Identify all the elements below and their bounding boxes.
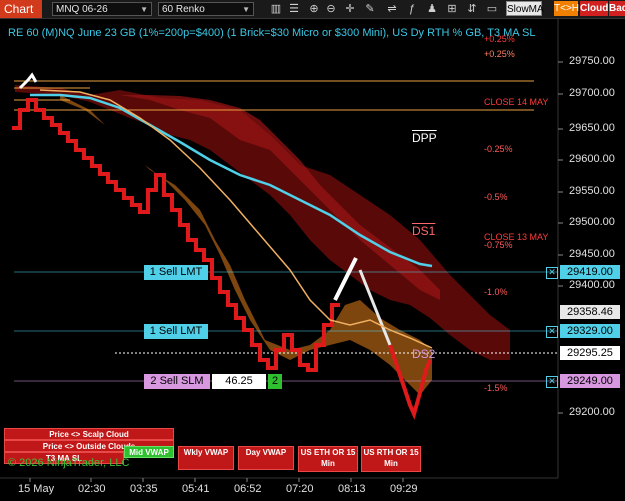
crosshair-icon[interactable]: ✛ bbox=[342, 2, 358, 16]
pct-label: -1.0% bbox=[484, 287, 508, 297]
wkly-vwap-button[interactable]: Wkly VWAP bbox=[178, 446, 234, 470]
chart-title-tab[interactable]: Chart bbox=[0, 0, 42, 18]
cloud-button[interactable]: Cloud bbox=[580, 1, 608, 16]
slowma-button[interactable]: SlowMA bbox=[506, 1, 544, 16]
day-vwap-button[interactable]: Day VWAP bbox=[238, 446, 294, 470]
zoom-in-icon[interactable]: ⊕ bbox=[306, 2, 322, 16]
cancel-order-icon[interactable]: ✕ bbox=[546, 267, 558, 279]
indicators-icon[interactable]: ƒ bbox=[404, 2, 420, 16]
pencil-icon[interactable]: ✎ bbox=[362, 2, 378, 16]
time-axis-label: 03:35 bbox=[130, 483, 158, 495]
pct-label: -0.5% bbox=[484, 192, 508, 202]
close-14-may-label: CLOSE 14 MAY bbox=[484, 97, 549, 107]
sell-slm-order-label[interactable]: 2 Sell SLM bbox=[144, 374, 210, 389]
price-axis-label: 29700.00 bbox=[569, 87, 615, 99]
level-price-tag: 29358.46 bbox=[560, 305, 620, 319]
price-axis-label: 29400.00 bbox=[569, 279, 615, 291]
sell-lmt-2-order-label[interactable]: 1 Sell LMT bbox=[144, 324, 208, 339]
time-axis-label: 05:41 bbox=[182, 483, 210, 495]
time-axis-label: 07:20 bbox=[286, 483, 314, 495]
data-box-icon[interactable]: ☰ bbox=[286, 2, 302, 16]
scalp-cloud-button[interactable]: Price <> Scalp Cloud bbox=[4, 428, 174, 440]
cancel-order-icon[interactable]: ✕ bbox=[546, 326, 558, 338]
chevron-down-icon: ▼ bbox=[242, 5, 250, 14]
pct-label: +0.25% bbox=[484, 49, 515, 59]
chevron-down-icon: ▼ bbox=[140, 5, 148, 14]
ds2-label: DS2 bbox=[412, 347, 436, 361]
price-axis-label: 29450.00 bbox=[569, 248, 615, 260]
sell-slm-quantity[interactable]: 2 bbox=[268, 374, 282, 389]
pct-label: +0.25% bbox=[484, 34, 515, 44]
cancel-order-icon[interactable]: ✕ bbox=[546, 376, 558, 388]
chart-toolbar: Chart MNQ 06-26 ▼ 60 Renko ▼ ▥ ☰ ⊕ ⊖ ✛ ✎… bbox=[0, 0, 625, 19]
sell-lmt-1-price-tag[interactable]: 29419.00 bbox=[560, 265, 620, 279]
chart-canvas[interactable] bbox=[0, 19, 625, 482]
us-eth-or-button[interactable]: US ETH OR 15 Min bbox=[298, 446, 358, 472]
time-axis-label: 09:29 bbox=[390, 483, 418, 495]
last-price-tag: 29295.25 bbox=[560, 346, 620, 360]
time-axis-label: 08:13 bbox=[338, 483, 366, 495]
strategies-icon[interactable]: ♟ bbox=[424, 2, 440, 16]
price-axis-label: 29750.00 bbox=[569, 55, 615, 67]
bad-button[interactable]: Bad bbox=[609, 1, 625, 16]
price-axis-label: 29550.00 bbox=[569, 185, 615, 197]
price-axis-label: 29600.00 bbox=[569, 153, 615, 165]
sell-slm-price-tag[interactable]: 29249.00 bbox=[560, 374, 620, 388]
sell-lmt-2-price-tag[interactable]: 29329.00 bbox=[560, 324, 620, 338]
sell-slm-price-box[interactable]: 46.25 bbox=[212, 374, 266, 389]
sell-lmt-1-order-label[interactable]: 1 Sell LMT bbox=[144, 265, 208, 280]
price-axis-label: 29200.00 bbox=[569, 406, 615, 418]
dpp-label: DPP bbox=[412, 131, 437, 145]
instrument-selector[interactable]: MNQ 06-26 ▼ bbox=[52, 2, 152, 16]
pct-label: -0.25% bbox=[484, 144, 513, 154]
pct-label: -1.5% bbox=[484, 383, 508, 393]
bar-chart-icon[interactable]: ▥ bbox=[268, 2, 284, 16]
interval-value: 60 Renko bbox=[162, 4, 205, 15]
pct-label: -0.75% bbox=[484, 240, 513, 250]
copyright-text: © 2026 NinjaTrader, LLC bbox=[8, 457, 130, 469]
tch-button[interactable]: T<>H bbox=[554, 1, 579, 16]
properties-icon[interactable]: ⇌ bbox=[384, 2, 400, 16]
ds1-label: DS1 bbox=[412, 224, 436, 238]
us-rth-or-button[interactable]: US RTH OR 15 Min bbox=[361, 446, 421, 472]
time-axis-label: 02:30 bbox=[78, 483, 106, 495]
zoom-out-icon[interactable]: ⊖ bbox=[323, 2, 339, 16]
sticky-icon[interactable]: ▭ bbox=[484, 2, 500, 16]
time-axis-label: 15 May bbox=[18, 483, 55, 495]
price-axis-label: 29650.00 bbox=[569, 122, 615, 134]
mid-vwap-button[interactable]: Mid VWAP bbox=[124, 446, 174, 458]
time-axis-label: 06:52 bbox=[234, 483, 262, 495]
interval-selector[interactable]: 60 Renko ▼ bbox=[158, 2, 254, 16]
chart-title: RE 60 (M)NQ June 23 GB (1%=200p=$400) (1… bbox=[8, 27, 536, 39]
price-axis-label: 29500.00 bbox=[569, 216, 615, 228]
add-icon[interactable]: ⊞ bbox=[444, 2, 460, 16]
arrange-icon[interactable]: ⇵ bbox=[464, 2, 480, 16]
instrument-value: MNQ 06-26 bbox=[56, 4, 108, 15]
